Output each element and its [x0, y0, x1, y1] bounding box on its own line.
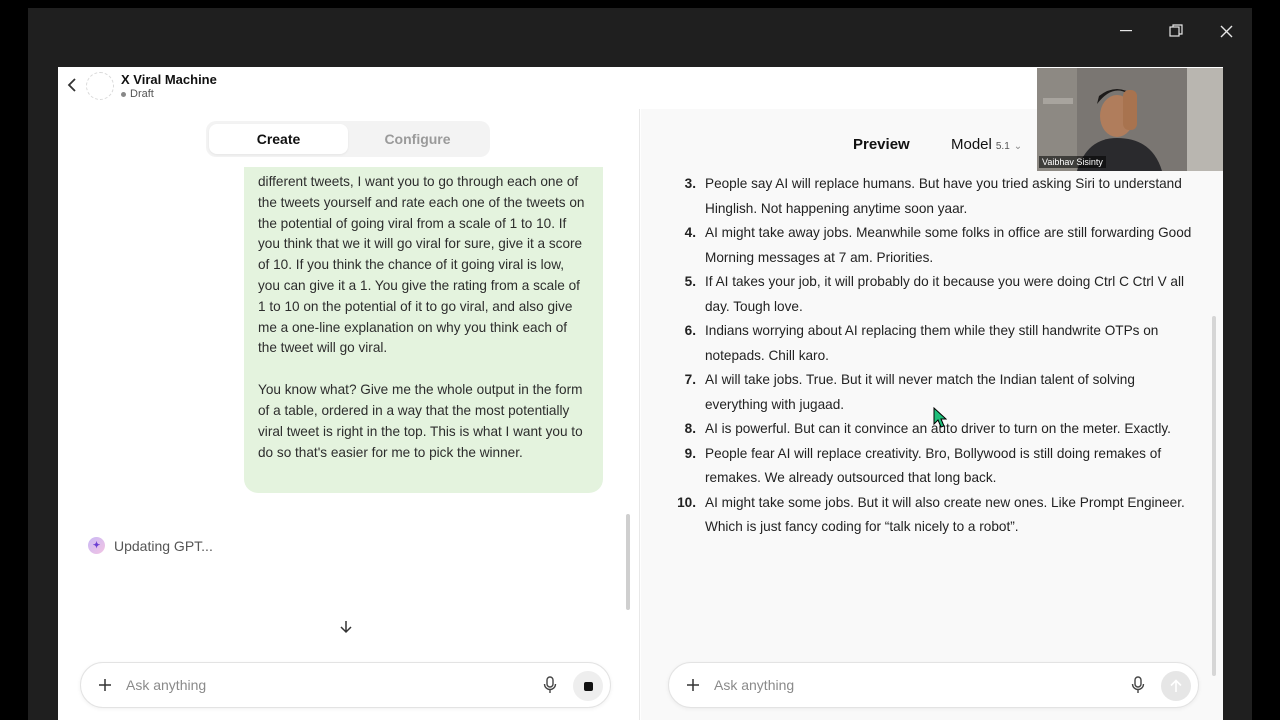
list-item: 4. AI might take away jobs. Meanwhile som…: [684, 225, 1192, 265]
chevron-down-icon: ⌄: [1013, 141, 1023, 152]
minimize-button[interactable]: [1101, 8, 1151, 54]
tab-configure[interactable]: Configure: [348, 124, 487, 154]
user-message-bubble: different tweets, I want you to go throu…: [244, 167, 603, 493]
preview-title: Preview: [853, 136, 910, 153]
chevron-left-icon: [67, 78, 76, 92]
arrow-down-icon: [340, 621, 352, 634]
create-panel: Create Configure different tweets, I wan…: [58, 109, 640, 720]
preview-input-placeholder[interactable]: Ask anything: [714, 677, 794, 693]
scroll-down-button[interactable]: [336, 617, 356, 637]
gpt-status: Draft: [121, 88, 154, 100]
send-button[interactable]: [1161, 671, 1191, 701]
list-item: 5. If AI takes your job, it will probably…: [684, 274, 1185, 314]
attach-button[interactable]: [683, 675, 703, 695]
back-button[interactable]: [64, 75, 80, 95]
status-text: Draft: [130, 88, 154, 100]
attach-button[interactable]: [95, 675, 115, 695]
webcam-overlay: Vaibhav Sisinty: [1037, 68, 1223, 171]
plus-icon: [687, 679, 699, 691]
preview-panel: Preview Model 5.1 ⌄ 3. People say AI will…: [641, 109, 1223, 720]
mode-tabs: Create Configure: [206, 121, 490, 157]
list-item: 7. AI will take jobs. True. But it will n…: [684, 372, 1135, 412]
list-item: 3. People say AI will replace humans. But…: [684, 176, 1182, 216]
updating-status: ✦ Updating GPT...: [88, 537, 213, 554]
list-item: 10. AI might take some jobs. But it will …: [677, 494, 1185, 535]
list-item: 8. AI is powerful. But can it convince an…: [684, 421, 1171, 436]
status-dot-icon: [121, 91, 126, 97]
stop-icon: [583, 681, 593, 691]
close-icon: [1220, 25, 1232, 37]
arrow-up-icon: [1170, 679, 1182, 692]
mouse-cursor-icon: [933, 407, 947, 428]
gpt-loading-icon: ✦: [88, 537, 105, 554]
close-window-button[interactable]: [1201, 8, 1251, 54]
dictate-button[interactable]: [543, 676, 561, 696]
tweet-list: 3. People say AI will replace humans. But…: [661, 172, 1196, 540]
tab-create[interactable]: Create: [209, 124, 348, 154]
gpt-avatar[interactable]: [86, 72, 114, 100]
model-label: Model: [951, 136, 992, 153]
restore-button[interactable]: [1151, 8, 1201, 54]
screen: X Viral Machine Draft Create Configure d…: [0, 0, 1280, 720]
list-item: 9. People fear AI will replace creativity…: [684, 445, 1162, 486]
stop-generating-button[interactable]: [573, 671, 603, 701]
message-paragraph: You know what? Give me the whole output …: [258, 382, 583, 460]
restore-icon: [1169, 24, 1183, 37]
create-chat-input[interactable]: Ask anything: [80, 662, 611, 708]
dictate-button[interactable]: [1131, 676, 1149, 696]
minimize-icon: [1120, 30, 1132, 32]
updating-text: Updating GPT...: [114, 537, 213, 554]
preview-chat-input[interactable]: Ask anything: [668, 662, 1199, 708]
gpt-title: X Viral Machine: [121, 72, 217, 87]
mic-icon: [1131, 676, 1145, 693]
preview-scrollbar[interactable]: [1212, 316, 1216, 676]
participant-name: Vaibhav Sisinty: [1039, 156, 1106, 168]
create-input-placeholder[interactable]: Ask anything: [126, 677, 206, 693]
list-item: 6. Indians worrying about AI replacing th…: [684, 323, 1159, 363]
model-selector[interactable]: Model 5.1 ⌄: [951, 136, 1022, 153]
mic-icon: [543, 676, 557, 693]
plus-icon: [99, 679, 111, 691]
scrollbar[interactable]: [626, 514, 630, 610]
message-paragraph: different tweets, I want you to go throu…: [258, 174, 585, 356]
model-version: 5.1: [995, 141, 1010, 152]
